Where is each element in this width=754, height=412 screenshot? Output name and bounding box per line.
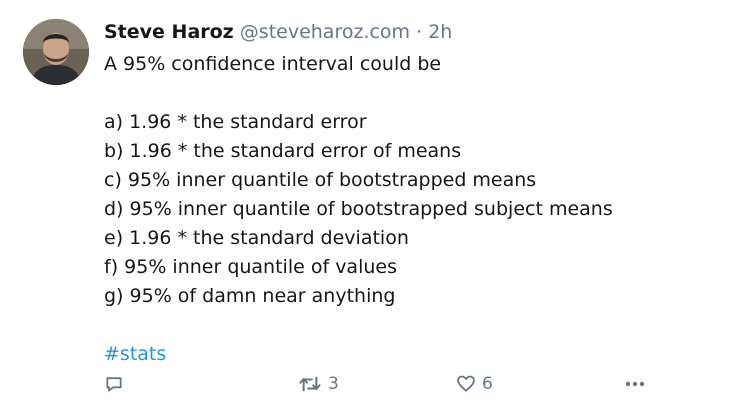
like-count: 6 [482,374,493,394]
text-line: a) 1.96 * the standard error [104,111,367,133]
retweet-icon [299,376,321,392]
reply-icon [106,377,122,392]
separator-dot: · [416,21,423,43]
more-button[interactable] [624,374,646,394]
text-line: b) 1.96 * the standard error of means [104,140,462,162]
hashtag-link[interactable]: #stats [104,340,613,369]
text-line: d) 95% inner quantile of bootstrapped su… [104,198,613,220]
text-line: e) 1.96 * the standard deviation [104,227,409,249]
tweet-header: Steve Haroz @steveharoz.com · 2h [104,20,452,44]
text-line [104,79,613,108]
more-icon [625,381,645,387]
tweet-card: Steve Haroz @steveharoz.com · 2h A 95% c… [0,0,754,412]
author-name[interactable]: Steve Haroz [104,21,234,43]
text-line: f) 95% inner quantile of values [104,256,397,278]
timestamp[interactable]: 2h [428,21,452,43]
tweet-text: A 95% confidence interval could be a) 1.… [104,50,613,369]
retweet-button[interactable]: 3 [298,374,339,394]
text-line: A 95% confidence interval could be [104,53,442,75]
action-bar: 3 6 [104,374,646,400]
text-line: c) 95% inner quantile of bootstrapped me… [104,169,537,191]
heart-icon [457,375,475,392]
text-line [104,311,613,340]
like-button[interactable]: 6 [456,374,493,394]
text-line: g) 95% of damn near anything [104,285,396,307]
reply-button[interactable] [104,374,124,394]
author-handle[interactable]: @steveharoz.com [240,21,410,43]
retweet-count: 3 [328,374,339,394]
avatar[interactable] [23,19,89,85]
